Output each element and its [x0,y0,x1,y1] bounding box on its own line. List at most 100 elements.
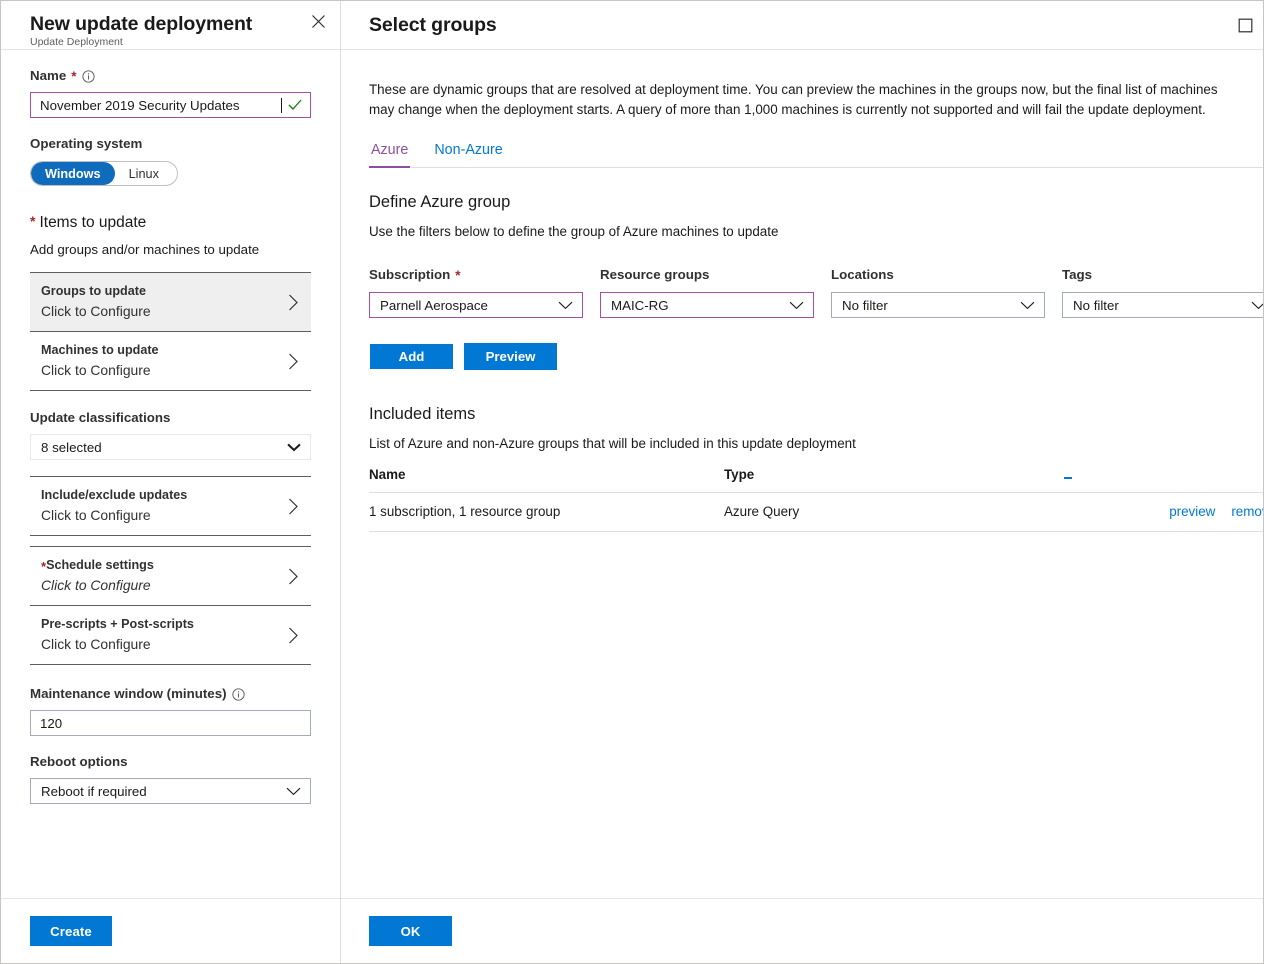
remove-link[interactable]: remove [1231,504,1264,519]
row-action-links: preview remove [1184,504,1264,519]
deployment-name-input[interactable] [40,98,282,113]
subscription-label: Subscription * [369,266,583,284]
config-row-value: Click to Configure [41,635,194,654]
chevron-down-icon [1020,301,1035,310]
operating-system-label: Operating system [30,135,311,153]
config-row-title: Groups to update [41,283,151,299]
config-row-schedule-settings[interactable]: *Schedule settings Click to Configure [30,546,311,606]
os-option-windows[interactable]: Windows [31,162,115,185]
select-groups-blade: Select groups These are dynamic groups t… [341,1,1264,963]
info-icon[interactable] [81,69,95,83]
operating-system-label-text: Operating system [30,135,142,153]
tags-label: Tags [1062,266,1264,284]
right-blade-header-actions [1232,12,1264,38]
subscription-value: Parnell Aerospace [380,298,488,313]
preview-button[interactable]: Preview [464,343,557,370]
config-row-pre-post-scripts[interactable]: Pre-scripts + Post-scripts Click to Conf… [30,605,311,665]
table-row[interactable]: 1 subscription, 1 resource group Azure Q… [369,493,1264,532]
resource-groups-label: Resource groups [600,266,814,284]
tags-value: No filter [1073,298,1119,313]
included-items-heading: Included items [369,403,1264,425]
left-blade-footer: Create [1,898,340,963]
right-blade-header: Select groups [341,1,1264,50]
subscription-dropdown[interactable]: Parnell Aerospace [369,292,583,318]
config-row-machines-to-update[interactable]: Machines to update Click to Configure [30,331,311,391]
items-to-update-list: Groups to update Click to Configure Mach… [30,272,311,391]
locations-value: No filter [842,298,888,313]
deployment-name-input-wrap[interactable] [30,92,311,118]
locations-dropdown[interactable]: No filter [831,292,1045,318]
ok-button[interactable]: OK [369,916,452,946]
info-icon[interactable] [232,687,246,701]
maintenance-window-input[interactable] [40,716,302,731]
new-update-deployment-blade: New update deployment Update Deployment … [1,1,341,963]
cell-type: Azure Query [724,493,1064,532]
config-row-text: *Schedule settings Click to Configure [41,557,154,595]
page-title: New update deployment [30,13,324,35]
filter-resource-groups: Resource groups MAIC-RG [600,266,814,318]
close-icon[interactable] [306,9,330,33]
select-groups-title: Select groups [369,14,497,37]
config-row-title-text: Schedule settings [46,557,154,573]
required-asterisk: * [41,561,46,573]
reboot-options-dropdown[interactable]: Reboot if required [30,778,311,804]
chevron-right-icon [288,353,305,370]
chevron-right-icon [288,627,305,644]
filter-action-buttons: Add Preview [369,343,1264,370]
config-row-text: Pre-scripts + Post-scripts Click to Conf… [41,616,194,654]
source-tabs: Azure Non-Azure [369,141,1264,168]
cell-actions: preview remove [1184,493,1264,532]
chevron-right-icon [288,294,305,311]
app-window: New update deployment Update Deployment … [0,0,1264,964]
maintenance-window-label-text: Maintenance window (minutes) [30,685,227,703]
os-toggle[interactable]: Windows Linux [30,161,178,186]
name-label: Name * [30,67,311,85]
maximize-icon[interactable] [1232,12,1258,38]
resource-groups-label-text: Resource groups [600,266,709,284]
resource-groups-dropdown[interactable]: MAIC-RG [600,292,814,318]
update-classifications-dropdown[interactable]: 8 selected [30,434,311,460]
maintenance-window-group: Maintenance window (minutes) [30,685,311,736]
config-row-value: Click to Configure [41,576,154,595]
chevron-down-icon [1251,301,1264,310]
tab-non-azure[interactable]: Non-Azure [432,141,504,167]
filter-tags: Tags No filter [1062,266,1264,318]
define-azure-group-heading: Define Azure group [369,191,1264,213]
locations-label: Locations [831,266,1045,284]
chevron-right-icon [288,498,305,515]
config-row-value: Click to Configure [41,302,151,321]
create-button[interactable]: Create [30,916,112,946]
config-row-text: Machines to update Click to Configure [41,342,159,380]
operating-system-group: Operating system Windows Linux [30,135,311,186]
reboot-options-label-text: Reboot options [30,753,128,771]
name-field-group: Name * [30,67,311,118]
intro-description: These are dynamic groups that are resolv… [369,80,1241,119]
cell-extra [1064,493,1184,532]
text-caret [281,98,282,113]
included-items-table: Name Type 1 subscription, 1 resource gro… [369,467,1264,532]
chevron-down-icon [287,443,301,452]
maintenance-window-input-wrap[interactable] [30,710,311,736]
os-option-linux[interactable]: Linux [115,162,177,185]
table-body: 1 subscription, 1 resource group Azure Q… [369,493,1264,532]
subscription-label-text: Subscription [369,266,450,284]
tab-azure[interactable]: Azure [369,141,410,167]
preview-link[interactable]: preview [1169,504,1215,519]
items-to-update-description: Add groups and/or machines to update [30,241,311,259]
column-header-name: Name [369,467,724,493]
items-to-update-heading-text: Items to update [39,213,146,233]
left-blade-body: Name * [1,50,340,898]
required-asterisk: * [71,71,76,83]
add-button[interactable]: Add [369,343,454,370]
tags-dropdown[interactable]: No filter [1062,292,1264,318]
config-row-title: Include/exclude updates [41,487,187,503]
update-classifications-group: Update classifications 8 selected [30,409,311,460]
required-asterisk: * [455,270,460,282]
filter-locations: Locations No filter [831,266,1045,318]
config-row-value: Click to Configure [41,506,187,525]
reboot-options-value: Reboot if required [41,784,147,799]
config-row-title: Pre-scripts + Post-scripts [41,616,194,632]
config-row-include-exclude-updates[interactable]: Include/exclude updates Click to Configu… [30,476,311,536]
column-header-type: Type [724,467,1064,493]
config-row-groups-to-update[interactable]: Groups to update Click to Configure [30,272,311,332]
